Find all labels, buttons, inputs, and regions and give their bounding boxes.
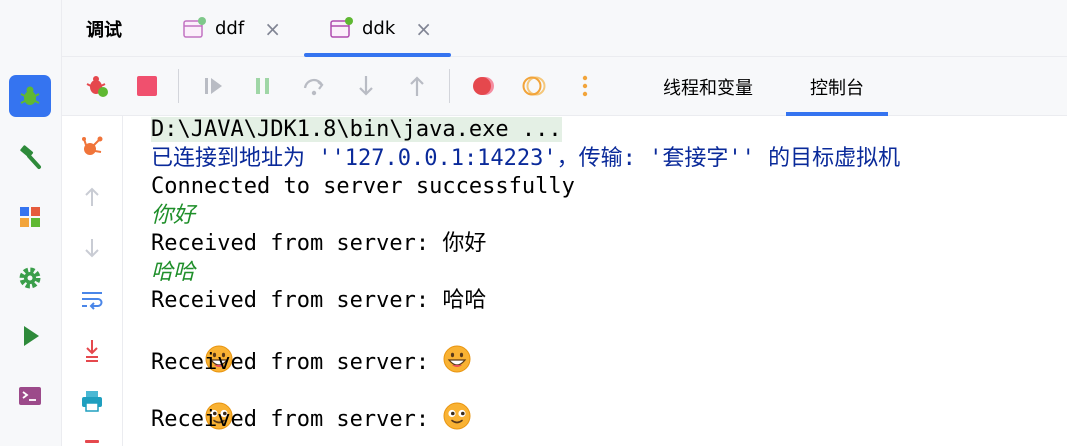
more-options-button[interactable] (570, 71, 600, 101)
tab-ddf-close-button[interactable]: × (264, 19, 281, 39)
debug-tool-button[interactable] (9, 75, 51, 117)
gear-icon (19, 267, 41, 289)
scroll-down-button[interactable] (77, 233, 107, 263)
thread-graph-icon (82, 136, 103, 155)
build-tool-button[interactable] (9, 136, 51, 178)
stop-button[interactable] (132, 71, 162, 101)
tab-console[interactable]: 控制台 (786, 57, 888, 116)
console-output-line: Received from server: (151, 344, 1067, 375)
tab-ddk[interactable]: ddk × (304, 0, 451, 57)
mute-breakpoints-icon (522, 76, 546, 96)
step-over-icon (303, 78, 324, 96)
debug-title: 调试 (86, 20, 122, 41)
rerun-debug-button[interactable] (82, 71, 112, 101)
print-button[interactable] (77, 386, 107, 416)
tab-ddk-close-button[interactable]: × (415, 19, 432, 39)
debug-toolbar: 线程和变量 控制台 (62, 57, 1067, 116)
printer-icon (82, 391, 102, 412)
console-connected-info: 已连接到地址为 ''127.0.0.1:14223'，传输: '套接字'' 的目… (151, 145, 901, 171)
breakpoints-icon (473, 77, 494, 95)
soft-wrap-button[interactable] (77, 284, 107, 314)
scroll-to-end-icon (86, 340, 98, 362)
app-window-icon (183, 16, 206, 38)
console-command-line: D:\JAVA\JDK1.8\bin\java.exe ... (151, 117, 562, 142)
app-window-icon (330, 16, 353, 38)
console-output-line: Received from server: 哈哈 (151, 288, 487, 313)
console-gutter (62, 116, 123, 446)
arrow-down-icon (85, 239, 99, 258)
trash-icon (85, 440, 99, 443)
arrow-up-icon (85, 187, 99, 206)
tab-ddf[interactable]: ddf × (182, 0, 281, 57)
console-output-line: Received from server: (151, 401, 1067, 432)
smiling-face-emoji-icon (443, 402, 471, 430)
console-output-line: Connected to server successfully (151, 174, 575, 199)
resume-button[interactable] (198, 71, 228, 101)
play-icon (24, 326, 39, 346)
clear-console-button[interactable] (77, 434, 107, 446)
bug-rerun-icon (86, 76, 108, 97)
grid-blocks-icon (20, 207, 40, 227)
terminal-tool-button[interactable] (9, 375, 51, 417)
bug-icon (20, 86, 40, 105)
console-user-input: 你好 (151, 202, 196, 228)
arrow-up-icon (410, 76, 424, 96)
arrow-down-icon (359, 76, 373, 96)
activity-bar (0, 0, 62, 446)
console-user-input: 哈哈 (151, 259, 196, 285)
view-breakpoints-button[interactable] (468, 71, 498, 101)
tab-ddk-label: ddk (362, 18, 396, 39)
tab-ddf-label: ddf (215, 18, 245, 39)
step-into-button[interactable] (351, 71, 381, 101)
resume-icon (205, 78, 222, 94)
hammer-icon (20, 145, 41, 169)
step-out-button[interactable] (402, 71, 432, 101)
tab-threads-variables[interactable]: 线程和变量 (663, 57, 753, 116)
debug-header: 调试 ddf × ddk × (62, 0, 1067, 57)
step-over-button[interactable] (299, 71, 329, 101)
more-vertical-icon (582, 75, 588, 97)
soft-wrap-icon (82, 292, 103, 310)
structure-tool-button[interactable] (9, 196, 51, 238)
stop-icon (137, 76, 157, 96)
terminal-icon (19, 387, 41, 405)
pause-icon (256, 78, 269, 94)
pause-button[interactable] (248, 71, 278, 101)
scroll-up-button[interactable] (77, 182, 107, 212)
console-output[interactable]: D:\JAVA\JDK1.8\bin\java.exe ... 已连接到地址为 … (124, 116, 1067, 446)
console-output-line: Received from server: 你好 (151, 231, 487, 256)
thread-dump-button[interactable] (77, 132, 107, 162)
console-user-input (151, 373, 1067, 430)
scroll-to-end-button[interactable] (77, 336, 107, 366)
services-tool-button[interactable] (9, 257, 51, 299)
run-tool-button[interactable] (9, 315, 51, 357)
grinning-face-emoji-icon (443, 345, 471, 373)
console-user-input (151, 316, 1067, 373)
mute-breakpoints-button[interactable] (519, 71, 549, 101)
